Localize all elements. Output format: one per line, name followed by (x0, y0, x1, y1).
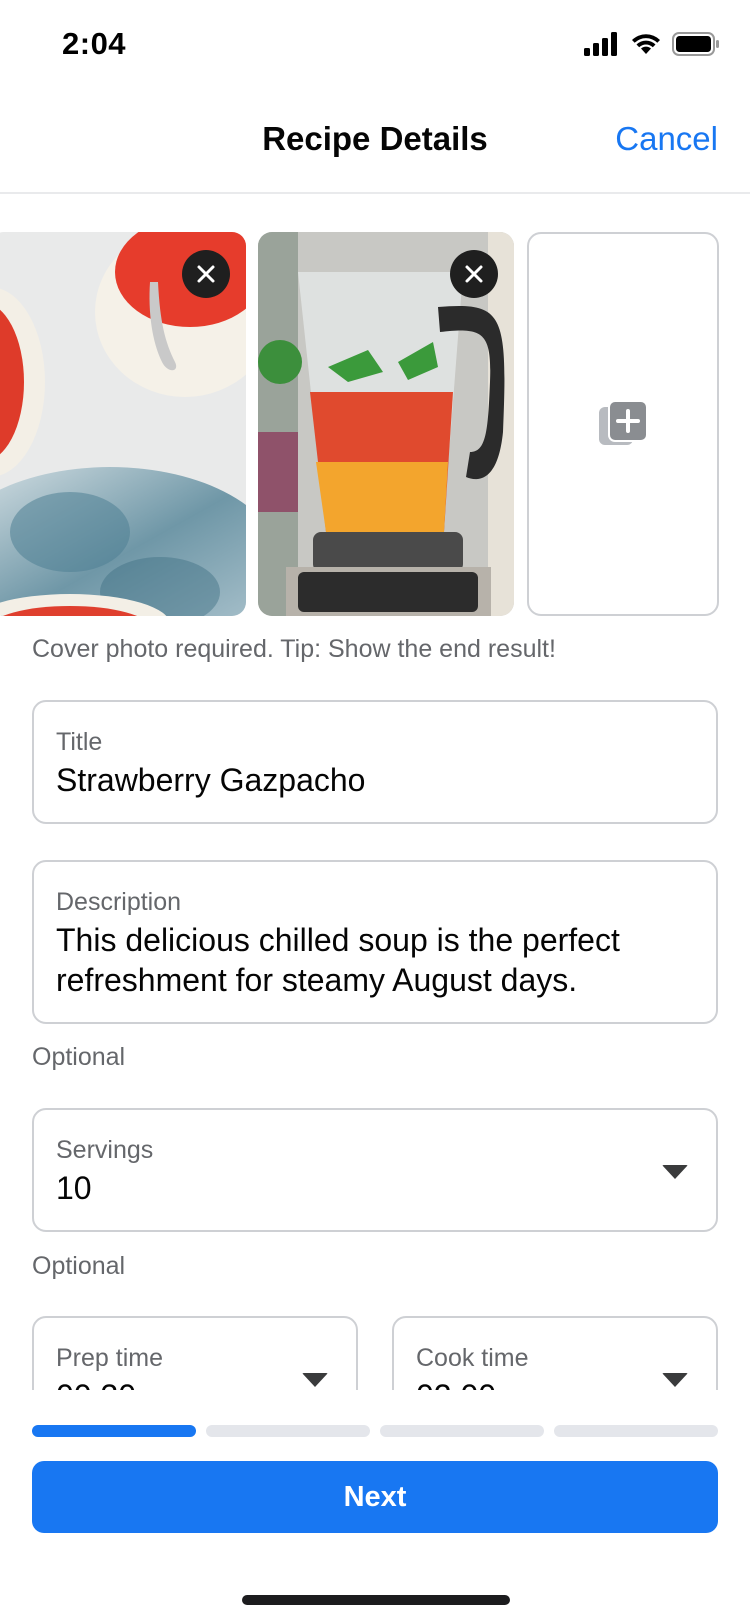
cover-photo-hint: Cover photo required. Tip: Show the end … (32, 635, 556, 663)
servings-field-label: Servings (56, 1136, 154, 1164)
cook-time-value: 02:00 (416, 1376, 496, 1390)
prep-time-select[interactable]: Prep time 00:30 (32, 1316, 358, 1390)
next-button[interactable]: Next (32, 1461, 718, 1533)
description-input-line-1[interactable]: This delicious chilled soup is the perfe… (56, 920, 620, 960)
description-field[interactable]: Description This delicious chilled soup … (32, 860, 718, 1024)
step-progress (32, 1425, 718, 1437)
add-photo-button[interactable] (527, 232, 719, 616)
wifi-icon (632, 34, 660, 54)
home-indicator (242, 1595, 510, 1605)
prep-time-value: 00:30 (56, 1376, 136, 1390)
photo-thumbnail-blender[interactable] (258, 232, 514, 616)
description-input-line-2[interactable]: refreshment for steamy August days. (56, 960, 577, 1000)
chevron-down-icon (662, 1165, 688, 1179)
progress-step-2 (206, 1425, 370, 1437)
chevron-down-icon (662, 1373, 688, 1387)
navigation-bar: Recipe Details Cancel (0, 90, 750, 194)
progress-step-4 (554, 1425, 718, 1437)
cellular-signal-icon (584, 32, 617, 56)
status-bar: 2:04 (0, 0, 750, 90)
servings-value: 10 (56, 1170, 92, 1206)
servings-helper-text: Optional (32, 1252, 126, 1280)
cook-time-field-label: Cook time (416, 1344, 529, 1372)
title-field[interactable]: Title Strawberry Gazpacho (32, 700, 718, 824)
battery-icon (672, 32, 719, 56)
time-fields-row: Prep time 00:30 Cook time 02:00 (0, 1300, 750, 1390)
prep-time-field-label: Prep time (56, 1344, 163, 1372)
description-field-label: Description (56, 888, 182, 916)
remove-photo-button[interactable] (450, 250, 498, 298)
status-time: 2:04 (62, 26, 127, 61)
status-icons (584, 32, 720, 56)
add-photo-icon (599, 401, 648, 445)
cancel-button[interactable]: Cancel (615, 120, 718, 158)
photo-thumbnail-gazpacho[interactable] (0, 232, 246, 616)
remove-photo-button[interactable] (182, 250, 230, 298)
photo-strip[interactable] (0, 232, 750, 616)
title-field-label: Title (56, 728, 103, 756)
progress-step-3 (380, 1425, 544, 1437)
close-icon (197, 265, 215, 283)
close-icon (465, 265, 483, 283)
title-input[interactable]: Strawberry Gazpacho (56, 760, 365, 800)
chevron-down-icon (302, 1373, 328, 1387)
description-helper-text: Optional (32, 1043, 126, 1071)
progress-step-1 (32, 1425, 196, 1437)
servings-select[interactable]: Servings 10 (32, 1108, 718, 1232)
cook-time-select[interactable]: Cook time 02:00 (392, 1316, 718, 1390)
